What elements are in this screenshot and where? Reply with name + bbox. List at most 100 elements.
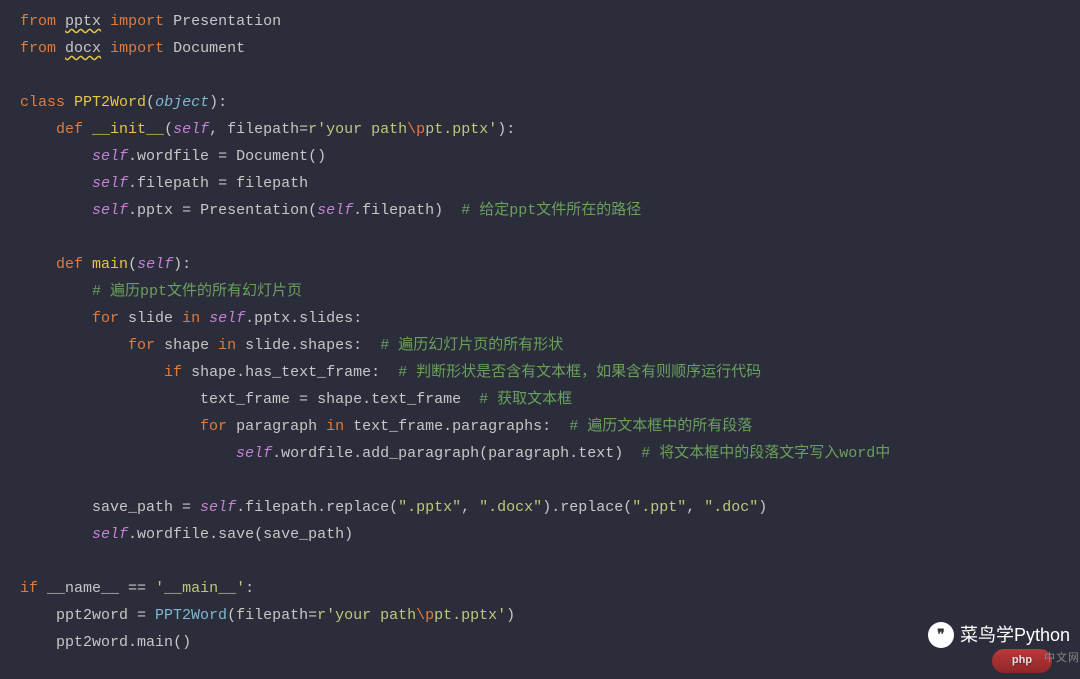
dunder-name: __name__ [47, 580, 119, 597]
code-line [20, 62, 1080, 89]
function-init: __init__ [92, 121, 164, 138]
class-name: PPT2Word [74, 94, 146, 111]
function-main: main [92, 256, 128, 273]
watermark-text: 菜鸟学Python [960, 619, 1070, 651]
code-line: self.wordfile.save(save_path) [20, 521, 1080, 548]
comment: # 遍历ppt文件的所有幻灯片页 [92, 283, 302, 300]
attr-wordfile: wordfile [137, 526, 209, 543]
class-call: PPT2Word [155, 607, 227, 624]
fn-add-paragraph: add_paragraph [362, 445, 479, 462]
string: 'your path [326, 607, 416, 624]
watermark: ❞ 菜鸟学Python [928, 619, 1070, 651]
module-pptx: pptx [65, 13, 101, 30]
attr-shapes: shapes [299, 337, 353, 354]
keyword-in: in [218, 337, 236, 354]
attr-filepath: filepath [245, 499, 317, 516]
code-editor: from pptx import Presentation from docx … [0, 8, 1080, 656]
import-name: Presentation [173, 13, 281, 30]
attr-wordfile: wordfile [137, 148, 209, 165]
keyword-if: if [20, 580, 38, 597]
param-filepath: filepath [227, 121, 299, 138]
keyword-import: import [110, 13, 164, 30]
code-line: def __init__(self, filepath=r'your path\… [20, 116, 1080, 143]
php-badge: php [992, 649, 1052, 673]
string: ".pptx" [398, 499, 461, 516]
raw-prefix: r [308, 121, 317, 138]
code-line: for shape in slide.shapes: # 遍历幻灯片页的所有形状 [20, 332, 1080, 359]
obj-shape: shape [191, 364, 236, 381]
raw-prefix: r [317, 607, 326, 624]
string: pt.pptx' [434, 607, 506, 624]
comment: # 获取文本框 [479, 391, 572, 408]
code-line [20, 548, 1080, 575]
code-line: self.filepath = filepath [20, 170, 1080, 197]
self: self [317, 202, 353, 219]
self: self [209, 310, 245, 327]
code-line: text_frame = shape.text_frame # 获取文本框 [20, 386, 1080, 413]
call-document: Document [236, 148, 308, 165]
obj-text-frame: text_frame [353, 418, 443, 435]
keyword-in: in [182, 310, 200, 327]
attr-wordfile: wordfile [281, 445, 353, 462]
string: ".docx" [479, 499, 542, 516]
code-line: # 遍历ppt文件的所有幻灯片页 [20, 278, 1080, 305]
var-text-frame: text_frame [200, 391, 290, 408]
code-line: ppt2word = PPT2Word(filepath=r'your path… [20, 602, 1080, 629]
comment: # 判断形状是否含有文本框，如果含有则顺序运行代码 [398, 364, 761, 381]
code-line [20, 224, 1080, 251]
keyword-in: in [326, 418, 344, 435]
import-name: Document [173, 40, 245, 57]
string-escape: \p [407, 121, 425, 138]
var-shape: shape [164, 337, 209, 354]
string: '__main__' [155, 580, 245, 597]
keyword-for: for [92, 310, 119, 327]
code-line: self.pptx = Presentation(self.filepath) … [20, 197, 1080, 224]
var-ppt2word: ppt2word [56, 607, 128, 624]
code-line: self.wordfile = Document() [20, 143, 1080, 170]
builtin-object: object [155, 94, 209, 111]
code-line: from docx import Document [20, 35, 1080, 62]
fn-replace: replace [326, 499, 389, 516]
comment: # 遍历幻灯片页的所有形状 [380, 337, 563, 354]
self: self [92, 175, 128, 192]
code-line: if __name__ == '__main__': [20, 575, 1080, 602]
string: ".doc" [704, 499, 758, 516]
attr-text-frame: text_frame [371, 391, 461, 408]
var-filepath: filepath [236, 175, 308, 192]
code-line: if shape.has_text_frame: # 判断形状是否含有文本框，如… [20, 359, 1080, 386]
keyword-class: class [20, 94, 65, 111]
string: ".ppt" [632, 499, 686, 516]
obj-paragraph: paragraph [488, 445, 569, 462]
keyword-def: def [56, 121, 83, 138]
self: self [92, 526, 128, 543]
fn-replace: replace [560, 499, 623, 516]
module-docx: docx [65, 40, 101, 57]
code-line: save_path = self.filepath.replace(".pptx… [20, 494, 1080, 521]
php-cn-text: 中文网 [1044, 649, 1080, 669]
keyword-from: from [20, 40, 56, 57]
code-line: self.wordfile.add_paragraph(paragraph.te… [20, 440, 1080, 467]
self: self [137, 256, 173, 273]
code-line: def main(self): [20, 251, 1080, 278]
self: self [236, 445, 272, 462]
var-paragraph: paragraph [236, 418, 317, 435]
self: self [173, 121, 209, 138]
code-line: for paragraph in text_frame.paragraphs: … [20, 413, 1080, 440]
string-escape: \p [416, 607, 434, 624]
var-slide: slide [128, 310, 173, 327]
comment: # 遍历文本框中的所有段落 [569, 418, 752, 435]
fn-main: main [137, 634, 173, 651]
obj-shape: shape [317, 391, 362, 408]
attr-filepath: filepath [362, 202, 434, 219]
attr-has-text-frame: has_text_frame [245, 364, 371, 381]
comment: # 将文本框中的段落文字写入word中 [641, 445, 890, 462]
attr-filepath: filepath [137, 175, 209, 192]
keyword-for: for [200, 418, 227, 435]
attr-pptx: pptx [254, 310, 290, 327]
self: self [92, 202, 128, 219]
code-line: ppt2word.main() [20, 629, 1080, 656]
attr-text: text [578, 445, 614, 462]
keyword-if: if [164, 364, 182, 381]
code-line [20, 467, 1080, 494]
keyword-import: import [110, 40, 164, 57]
